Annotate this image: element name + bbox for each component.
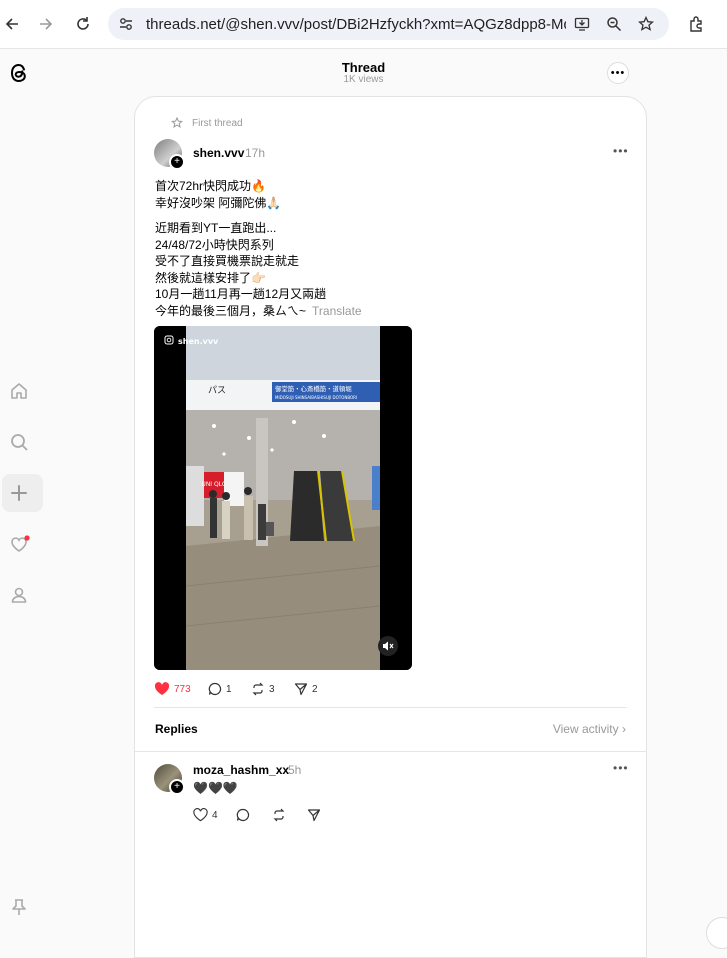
zoom-icon[interactable] — [604, 14, 624, 34]
install-app-icon[interactable] — [572, 14, 592, 34]
back-icon[interactable] — [0, 12, 24, 36]
like-button[interactable]: 773 — [154, 682, 191, 696]
reply-more-icon[interactable]: ••• — [613, 761, 629, 775]
share-icon[interactable] — [294, 682, 308, 696]
reply-time[interactable]: 5h — [288, 763, 301, 777]
share-icon[interactable] — [307, 808, 321, 822]
share-button[interactable]: 2 — [294, 682, 318, 696]
post-line: 幸好沒吵架 阿彌陀佛🙏🏻 — [155, 195, 282, 210]
profile-icon[interactable] — [8, 584, 30, 606]
search-icon[interactable] — [8, 431, 30, 453]
address-bar[interactable]: threads.net/@shen.vvv/post/DBi2Hzfyckh?x… — [108, 8, 669, 40]
comment-icon[interactable] — [236, 808, 250, 822]
reply-comment-button[interactable] — [236, 808, 250, 822]
comment-count: 1 — [226, 683, 232, 695]
thread-card: First thread + shen.vvv 17h ••• 首次72hr快閃… — [134, 96, 647, 958]
video-watermark: shen.vvv — [178, 337, 219, 346]
star-icon — [171, 117, 183, 128]
create-icon[interactable] — [8, 482, 30, 504]
reply-text: 🖤🖤🖤 — [193, 781, 238, 795]
repost-button[interactable]: 3 — [251, 682, 275, 696]
compose-fab-button[interactable] — [706, 917, 727, 949]
site-settings-icon[interactable] — [116, 14, 136, 34]
follow-plus-icon[interactable]: + — [169, 779, 185, 795]
thread-options-button[interactable]: ••• — [607, 62, 629, 84]
post-line: 首次72hr快閃成功🔥 — [155, 179, 266, 193]
reply-avatar[interactable]: + — [154, 764, 185, 795]
repost-icon[interactable] — [272, 808, 286, 822]
store-sign-text: UNI QLO — [201, 481, 226, 488]
mute-icon[interactable] — [378, 636, 398, 656]
post-line: 然後就這樣安排了👉🏻 — [155, 270, 266, 285]
reply-like-button[interactable]: 4 — [193, 808, 218, 822]
activity-heart-icon[interactable] — [8, 533, 30, 555]
sign-text: パス — [208, 385, 226, 396]
reply-share-button[interactable] — [307, 808, 321, 822]
avatar[interactable]: + — [154, 139, 185, 170]
first-thread-label: First thread — [171, 117, 243, 129]
view-activity-link[interactable]: View activity › — [553, 722, 626, 736]
url-text[interactable]: threads.net/@shen.vvv/post/DBi2Hzfyckh?x… — [146, 16, 566, 33]
sign-en-text: MIDOSUJI SHINSAIBASHISUJI DOTONBORI — [275, 395, 357, 400]
sign-jp-text: 御堂筋・心斎橋筋・道頓堀 — [275, 384, 352, 393]
like-count: 773 — [174, 683, 191, 695]
post-username[interactable]: shen.vvv — [193, 146, 244, 160]
forward-icon[interactable] — [34, 12, 58, 36]
post-line: 今年的最後三個月，桑ㄙㄟ~ Translate — [155, 303, 362, 318]
post-time[interactable]: 17h — [245, 146, 265, 160]
post-body: 首次72hr快閃成功🔥 幸好沒吵架 阿彌陀佛🙏🏻 近期看到YT一直跑出... 2… — [155, 178, 362, 319]
comment-icon[interactable] — [208, 682, 222, 696]
bookmark-star-icon[interactable] — [636, 14, 656, 34]
post-line: 近期看到YT一直跑出... — [155, 221, 277, 235]
home-icon[interactable] — [8, 380, 30, 402]
heart-icon[interactable] — [193, 808, 208, 822]
post-line: 24/48/72小時快閃系列 — [155, 237, 274, 252]
heart-filled-icon[interactable] — [154, 682, 170, 696]
post-more-icon[interactable]: ••• — [613, 144, 629, 158]
reply-username[interactable]: moza_hashm_xx — [193, 763, 289, 777]
follow-plus-icon[interactable]: + — [169, 154, 185, 170]
comment-button[interactable]: 1 — [208, 682, 232, 696]
pin-icon[interactable] — [8, 896, 30, 918]
extensions-icon[interactable] — [685, 12, 709, 36]
post-line: 受不了直接買機票說走就走 — [155, 254, 300, 268]
video-frame: パス 御堂筋・心斎橋筋・道頓堀 MIDOSUJI SHINSAIBASHISUJ… — [154, 326, 412, 670]
reload-icon[interactable] — [71, 12, 95, 36]
repost-icon[interactable] — [251, 682, 265, 696]
post-line: 10月一趟11月再一趟12月又兩趟 — [155, 287, 327, 301]
repost-count: 3 — [269, 683, 275, 695]
threads-page: Thread 1K views ••• First thread + shen.… — [0, 49, 727, 958]
replies-heading: Replies — [155, 722, 198, 736]
share-count: 2 — [312, 683, 318, 695]
divider — [154, 707, 627, 708]
translate-link[interactable]: Translate — [312, 304, 362, 318]
reply-repost-button[interactable] — [272, 808, 286, 822]
post-video[interactable]: パス 御堂筋・心斎橋筋・道頓堀 MIDOSUJI SHINSAIBASHISUJ… — [154, 326, 412, 670]
browser-toolbar: threads.net/@shen.vvv/post/DBi2Hzfyckh?x… — [0, 0, 727, 49]
reply-like-count: 4 — [212, 809, 218, 821]
divider — [135, 751, 646, 752]
